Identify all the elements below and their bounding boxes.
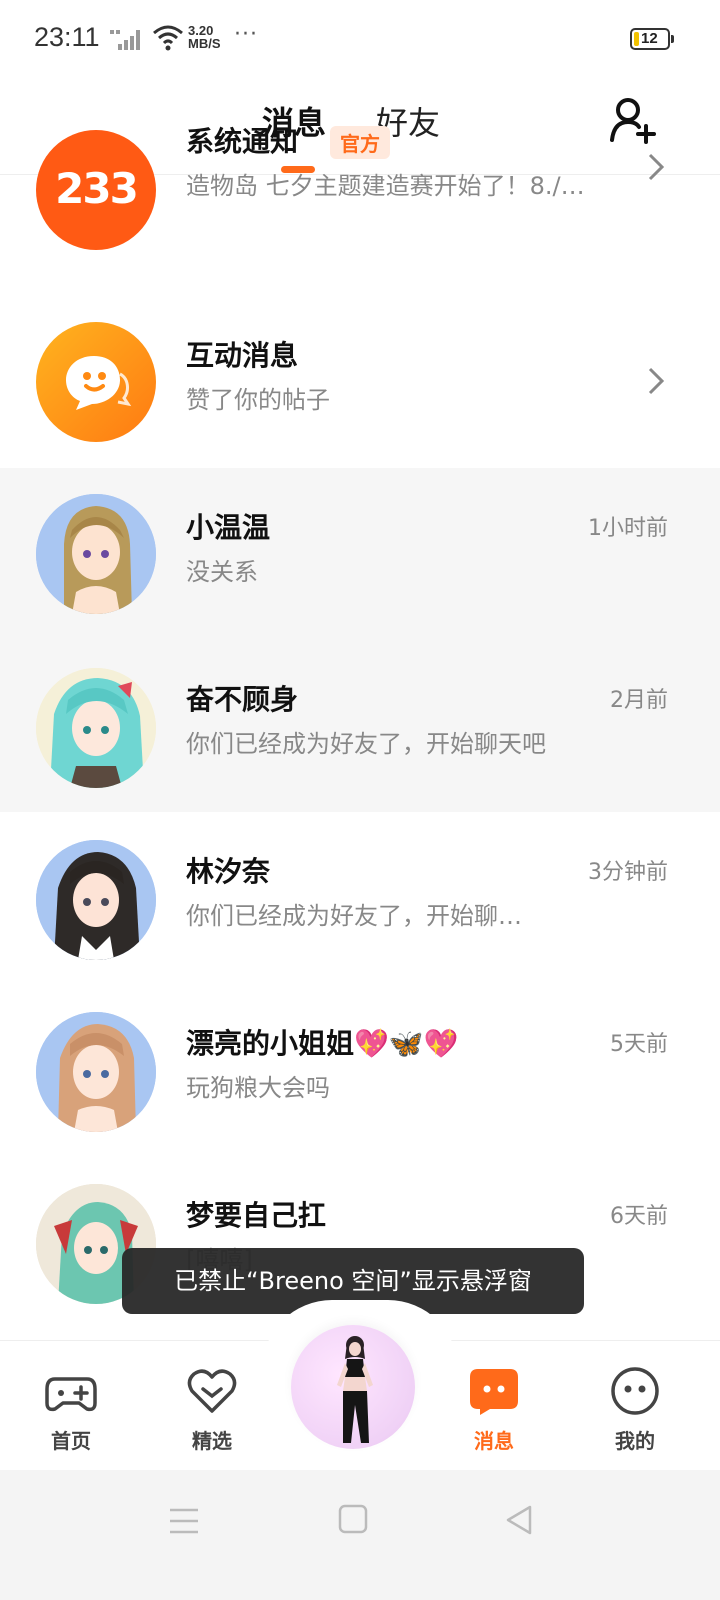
row-time: 5天前: [610, 1032, 668, 1057]
signal-icon: [110, 30, 140, 50]
nav-item-me[interactable]: 我的: [590, 1363, 680, 1463]
row-title: 系统通知: [186, 125, 299, 158]
row-title: 互动消息: [186, 339, 299, 372]
user-avatar: [36, 494, 156, 614]
heart-icon: [187, 1369, 237, 1413]
list-item-system-notice[interactable]: 233 系统通知 官方 造物岛 七夕主题建造赛开始了！8./…: [0, 125, 720, 268]
home-square-icon[interactable]: [338, 1504, 368, 1534]
battery-level: 12: [641, 30, 658, 47]
row-subtitle: 你们已经成为好友了，开始聊…: [186, 902, 522, 930]
list-item-chat[interactable]: 漂亮的小姐姐💖🦋💖 玩狗粮大会吗 5天前: [0, 984, 720, 1156]
wifi-icon: [153, 25, 183, 51]
nav-label: 精选: [192, 1429, 232, 1453]
row-title: 奋不顾身: [186, 683, 299, 716]
row-subtitle: 你们已经成为好友了，开始聊天吧: [186, 730, 546, 758]
user-avatar: [36, 668, 156, 788]
user-avatar: [36, 840, 156, 960]
system-navigation-bar: [0, 1470, 720, 1600]
row-subtitle: 玩狗粮大会吗: [186, 1074, 330, 1102]
center-character-avatar[interactable]: [291, 1325, 415, 1449]
row-title: 小温温: [186, 511, 271, 544]
nav-label: 我的: [615, 1429, 655, 1453]
list-item-chat[interactable]: 小温温 没关系 1小时前: [0, 468, 720, 640]
row-title: 林汐奈: [186, 855, 271, 888]
status-more-dots: ···: [234, 22, 258, 47]
chevron-right-icon: [648, 153, 665, 181]
nav-label: 首页: [51, 1429, 91, 1453]
battery-icon: 12: [630, 28, 674, 50]
net-speed-unit: MB/S: [188, 36, 221, 51]
chat-bubble-icon: [36, 322, 156, 442]
list-item-chat[interactable]: 林汐奈 你们已经成为好友了，开始聊… 3分钟前: [0, 812, 720, 984]
menu-icon[interactable]: [168, 1506, 200, 1536]
chevron-right-icon: [648, 367, 665, 395]
user-avatar: [36, 1012, 156, 1132]
row-title: 漂亮的小姐姐💖🦋💖: [186, 1027, 459, 1060]
row-time: 3分钟前: [588, 860, 668, 885]
smiley-icon: [611, 1367, 659, 1415]
message-icon: [470, 1369, 518, 1415]
nav-item-featured[interactable]: 精选: [167, 1363, 257, 1463]
row-title: 梦要自己扛: [186, 1199, 327, 1232]
nav-label: 消息: [474, 1429, 514, 1453]
list-item-chat[interactable]: 奋不顾身 你们已经成为好友了，开始聊天吧 2月前: [0, 640, 720, 812]
row-subtitle: 造物岛 七夕主题建造赛开始了！8./…: [186, 172, 585, 200]
logo-233-icon: 233: [36, 130, 156, 250]
nav-item-home[interactable]: 首页: [26, 1363, 116, 1463]
gamepad-icon: [45, 1377, 97, 1412]
row-subtitle: 赞了你的帖子: [186, 386, 330, 414]
status-bar: 23:11 3.20 MB/S ··· 12: [0, 0, 720, 80]
row-time: 6天前: [610, 1204, 668, 1229]
row-subtitle: 没关系: [186, 558, 258, 586]
row-time: 1小时前: [588, 516, 668, 541]
net-speed: 3.20 MB/S: [188, 24, 221, 50]
logo-233-text: 233: [55, 164, 139, 213]
official-badge: 官方: [330, 126, 390, 159]
back-triangle-icon[interactable]: [504, 1504, 534, 1536]
list-item-interactions[interactable]: 互动消息 赞了你的帖子: [0, 296, 720, 468]
status-time: 23:11: [34, 22, 100, 52]
row-time: 2月前: [610, 688, 668, 713]
nav-item-messages[interactable]: 消息: [449, 1363, 539, 1463]
